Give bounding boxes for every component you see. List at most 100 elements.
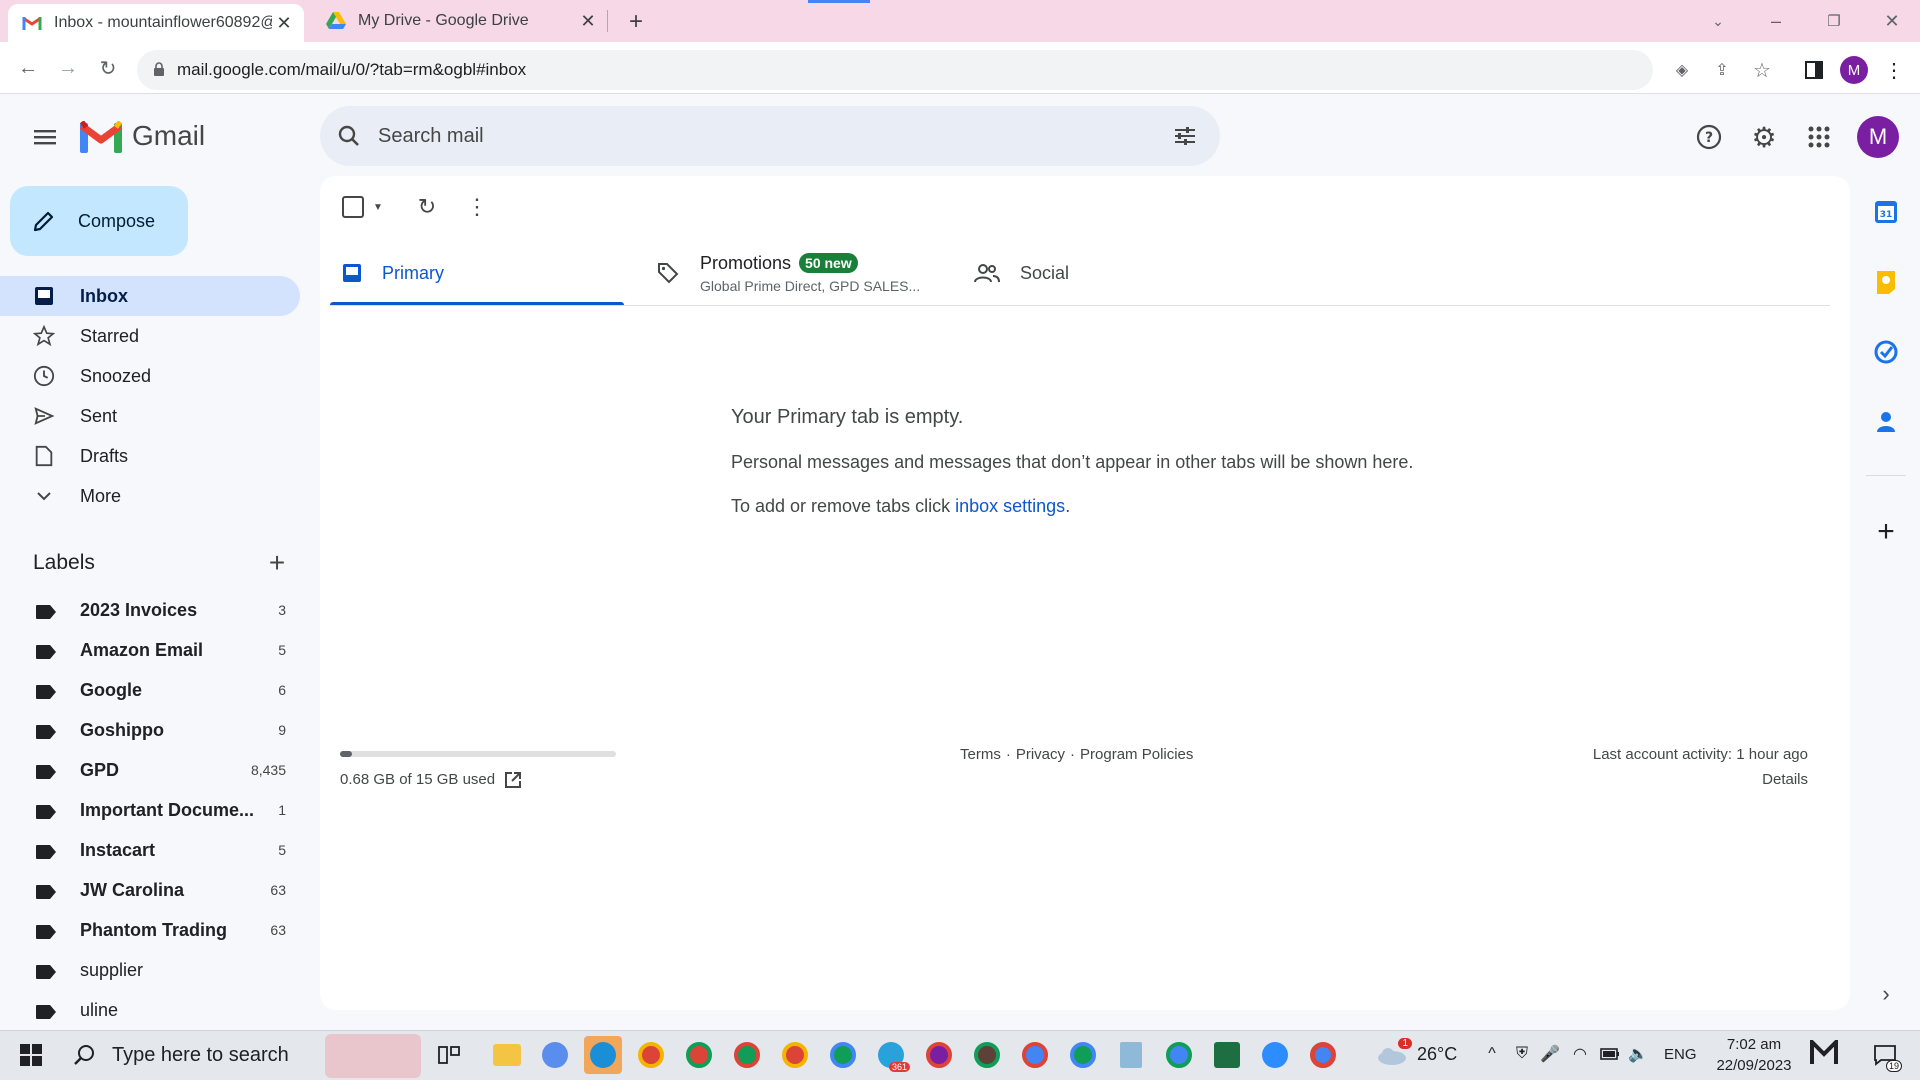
label-item[interactable]: GPD 8,435 xyxy=(0,750,300,790)
taskbar-search-input[interactable]: Type here to search xyxy=(112,1044,289,1067)
sidebar-item-more[interactable]: More xyxy=(0,476,300,516)
details-link[interactable]: Details xyxy=(1660,771,1808,788)
sidebar-item-snoozed[interactable]: Snoozed xyxy=(0,356,300,396)
tab-social[interactable]: Social xyxy=(970,240,1170,306)
search-input[interactable]: Search mail xyxy=(378,125,484,148)
excel-icon[interactable] xyxy=(1208,1036,1246,1074)
weather-cloud-icon[interactable]: 1 xyxy=(1372,1036,1412,1074)
chrome-profile-icon[interactable] xyxy=(824,1036,862,1074)
chrome-profile-icon[interactable] xyxy=(776,1036,814,1074)
browser-profile-avatar[interactable]: M xyxy=(1840,56,1868,84)
refresh-icon[interactable]: ↻ xyxy=(412,192,442,222)
browser-tab-gmail[interactable]: Inbox - mountainflower60892@g ✕ xyxy=(8,4,304,42)
edge-icon[interactable] xyxy=(584,1036,622,1074)
label-item[interactable]: Amazon Email 5 xyxy=(0,630,300,670)
restore-icon[interactable]: ❐ xyxy=(1806,0,1862,42)
tab-promotions[interactable]: Promotions 50 new Global Prime Direct, G… xyxy=(650,240,950,306)
share-icon[interactable]: ⇪ xyxy=(1710,58,1734,82)
browser-tab-drive[interactable]: My Drive - Google Drive ✕ xyxy=(312,0,608,42)
tasks-icon[interactable] xyxy=(1872,338,1900,366)
chrome-profile-icon[interactable] xyxy=(1064,1036,1102,1074)
calendar-icon[interactable]: 31 xyxy=(1872,198,1900,226)
label-item[interactable]: Important Docume... 1 xyxy=(0,790,300,830)
compose-button[interactable]: Compose xyxy=(10,186,188,256)
tab-primary[interactable]: Primary xyxy=(330,240,624,306)
wifi-icon[interactable]: ◠ xyxy=(1568,1042,1592,1066)
label-item[interactable]: uline xyxy=(0,990,300,1030)
search-bar[interactable]: Search mail xyxy=(320,106,1220,166)
get-addons-icon[interactable]: + xyxy=(1872,515,1900,548)
label-item[interactable]: JW Carolina 63 xyxy=(0,870,300,910)
close-window-icon[interactable]: ✕ xyxy=(1864,0,1920,42)
settings-gear-icon[interactable]: ⚙ xyxy=(1749,122,1779,153)
close-tab-icon[interactable]: ✕ xyxy=(272,11,296,35)
chrome-profile-icon[interactable] xyxy=(920,1036,958,1074)
search-icon[interactable] xyxy=(334,121,364,151)
telegram-icon[interactable]: 361 xyxy=(872,1036,910,1074)
minimize-icon[interactable]: – xyxy=(1748,0,1804,42)
search-options-icon[interactable] xyxy=(1170,121,1200,151)
apps-grid-icon[interactable] xyxy=(1804,122,1834,152)
inbox-settings-link[interactable]: inbox settings xyxy=(955,496,1065,516)
volume-icon[interactable]: 🔈 xyxy=(1626,1042,1650,1066)
task-view-icon[interactable] xyxy=(430,1036,468,1074)
label-item[interactable]: Goshippo 9 xyxy=(0,710,300,750)
privacy-link[interactable]: Privacy xyxy=(1016,746,1065,763)
tab-search-icon[interactable]: ⌄ xyxy=(1690,0,1746,42)
bookmark-star-icon[interactable]: ☆ xyxy=(1750,58,1774,82)
clock[interactable]: 7:02 am 22/09/2023 xyxy=(1704,1034,1804,1076)
label-item[interactable]: supplier xyxy=(0,950,300,990)
main-menu-icon[interactable] xyxy=(30,122,60,152)
chrome-profile-icon[interactable] xyxy=(1160,1036,1198,1074)
label-item[interactable]: Instacart 5 xyxy=(0,830,300,870)
notifications-icon[interactable]: 19 xyxy=(1866,1036,1904,1074)
language-indicator[interactable]: ENG xyxy=(1664,1046,1697,1063)
chrome-profile-icon[interactable] xyxy=(728,1036,766,1074)
contacts-icon[interactable] xyxy=(1872,408,1900,436)
back-icon[interactable]: ← xyxy=(14,54,42,82)
forward-icon[interactable]: → xyxy=(54,54,82,82)
label-item[interactable]: Phantom Trading 63 xyxy=(0,910,300,950)
side-panel-icon[interactable] xyxy=(1800,56,1828,84)
sidebar-item-inbox[interactable]: Inbox xyxy=(0,276,300,316)
chrome-profile-icon[interactable] xyxy=(1016,1036,1054,1074)
file-explorer-icon[interactable] xyxy=(488,1036,526,1074)
new-tab-icon[interactable]: + xyxy=(622,8,650,36)
m-app-icon[interactable] xyxy=(1810,1037,1838,1070)
sidebar-item-sent[interactable]: Sent xyxy=(0,396,300,436)
label-item[interactable]: 2023 Invoices 3 xyxy=(0,590,300,630)
address-bar[interactable]: mail.google.com/mail/u/0/?tab=rm&ogbl#in… xyxy=(137,50,1653,90)
microphone-icon[interactable]: 🎤 xyxy=(1538,1042,1562,1066)
chrome-icon[interactable] xyxy=(1304,1036,1342,1074)
label-item[interactable]: Google 6 xyxy=(0,670,300,710)
chevron-up-icon[interactable]: ^ xyxy=(1480,1042,1504,1066)
chrome-profile-icon[interactable] xyxy=(968,1036,1006,1074)
notepad-icon[interactable] xyxy=(1112,1036,1150,1074)
select-all-checkbox[interactable] xyxy=(342,196,364,218)
sidebar-item-starred[interactable]: Starred xyxy=(0,316,300,356)
weather-temperature[interactable]: 26°C xyxy=(1417,1044,1457,1065)
help-icon[interactable]: ? xyxy=(1694,122,1724,152)
show-side-panel-icon[interactable]: › xyxy=(1872,980,1900,1008)
add-label-icon[interactable]: + xyxy=(262,547,292,578)
extension-icon[interactable]: ◈ xyxy=(1670,58,1694,82)
chrome-profile-icon[interactable] xyxy=(632,1036,670,1074)
security-icon[interactable]: ⛨ xyxy=(1510,1042,1534,1066)
keep-icon[interactable] xyxy=(1872,268,1900,296)
windows-start-icon[interactable] xyxy=(12,1036,50,1074)
battery-icon[interactable] xyxy=(1598,1042,1622,1066)
account-avatar[interactable]: M xyxy=(1857,116,1899,158)
snipping-tool-icon[interactable] xyxy=(536,1036,574,1074)
close-tab-icon[interactable]: ✕ xyxy=(576,9,600,33)
reload-icon[interactable]: ↻ xyxy=(94,54,122,82)
chrome-profile-icon[interactable] xyxy=(680,1036,718,1074)
more-options-icon[interactable]: ⋮ xyxy=(462,192,492,222)
program-policies-link[interactable]: Program Policies xyxy=(1080,746,1193,763)
zoom-icon[interactable] xyxy=(1256,1036,1294,1074)
select-dropdown-icon[interactable]: ▼ xyxy=(370,198,386,216)
sidebar-item-drafts[interactable]: Drafts xyxy=(0,436,300,476)
open-in-new-icon[interactable] xyxy=(502,769,524,791)
gmail-logo-icon[interactable] xyxy=(79,120,123,153)
browser-menu-icon[interactable]: ⋮ xyxy=(1880,56,1908,84)
terms-link[interactable]: Terms xyxy=(960,746,1001,763)
